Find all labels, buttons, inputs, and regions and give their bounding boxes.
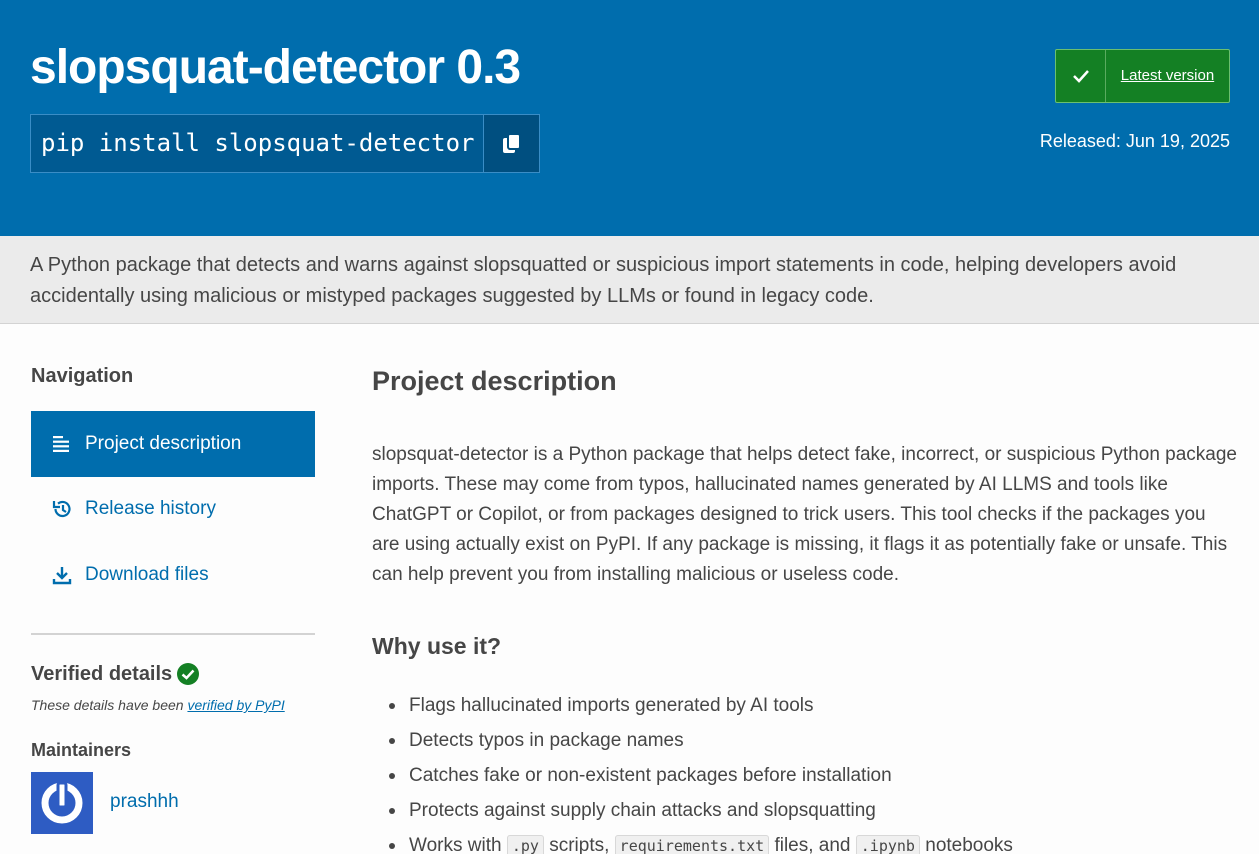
package-title: slopsquat-detector 0.3 (30, 41, 521, 94)
features-list: Flags hallucinated imports generated by … (389, 688, 1239, 854)
list-item: Catches fake or non-existent packages be… (389, 758, 1239, 793)
list-item-text: scripts, (543, 835, 615, 854)
inline-code: requirements.txt (614, 835, 770, 854)
sidebar-divider (31, 633, 315, 635)
page-title: Project description (372, 366, 617, 396)
release-date: Released: Jun 19, 2025 (1039, 131, 1230, 151)
verified-check-icon (177, 663, 200, 685)
latest-version-button[interactable]: Latest version (1055, 49, 1230, 103)
sidebar: Navigation Project description Release h… (31, 324, 315, 854)
project-description-section: Project description slopsquat-detector i… (372, 324, 1242, 854)
list-icon (51, 433, 73, 455)
copy-button[interactable] (483, 115, 539, 172)
why-use-it-heading: Why use it? (372, 633, 502, 659)
list-item-text: files, and (769, 835, 856, 854)
package-header: slopsquat-detector 0.3 pip install slops… (0, 0, 1259, 236)
list-item: Protects against supply chain attacks an… (389, 793, 1239, 828)
power-icon (41, 781, 83, 824)
maintainers-heading: Maintainers (31, 740, 132, 760)
verified-note: These details have been verified by PyPI (31, 697, 285, 713)
history-icon (51, 498, 73, 520)
project-description-text: slopsquat-detector is a Python package t… (372, 444, 1238, 585)
latest-version-label: Latest version (1120, 67, 1215, 84)
navigation-heading: Navigation (31, 365, 134, 387)
verified-note-prefix: These details have been (31, 697, 188, 713)
sidebar-item-download-files[interactable]: Download files (31, 542, 315, 608)
list-item: Detects typos in package names (389, 723, 1239, 758)
list-item: Works with .py scripts, requirements.txt… (389, 828, 1239, 854)
sidebar-item-label: Download files (85, 564, 209, 585)
verified-by-pypi-link[interactable]: verified by PyPI (187, 697, 284, 713)
avatar[interactable] (31, 772, 93, 834)
sidebar-item-project-description[interactable]: Project description (31, 411, 315, 477)
sidebar-item-label: Release history (85, 498, 216, 519)
check-icon (1056, 50, 1106, 102)
list-item-text: Works with (409, 835, 507, 854)
maintainer-link[interactable]: prashhh (110, 791, 179, 813)
list-item-text: notebooks (919, 835, 1013, 854)
summary-text: A Python package that detects and warns … (30, 254, 1177, 307)
pip-install-box: pip install slopsquat-detector (30, 114, 540, 173)
inline-code: .ipynb (855, 835, 920, 854)
list-item: Flags hallucinated imports generated by … (389, 688, 1239, 723)
sidebar-item-label: Project description (85, 433, 242, 454)
copy-icon (502, 132, 521, 153)
pip-command[interactable]: pip install slopsquat-detector (31, 115, 483, 172)
inline-code: .py (506, 835, 544, 854)
sidebar-item-release-history[interactable]: Release history (31, 476, 315, 542)
package-summary: A Python package that detects and warns … (0, 236, 1259, 324)
verified-details-label: Verified details (31, 662, 173, 685)
download-icon (51, 564, 73, 586)
verified-details-heading: Verified details (31, 662, 200, 686)
